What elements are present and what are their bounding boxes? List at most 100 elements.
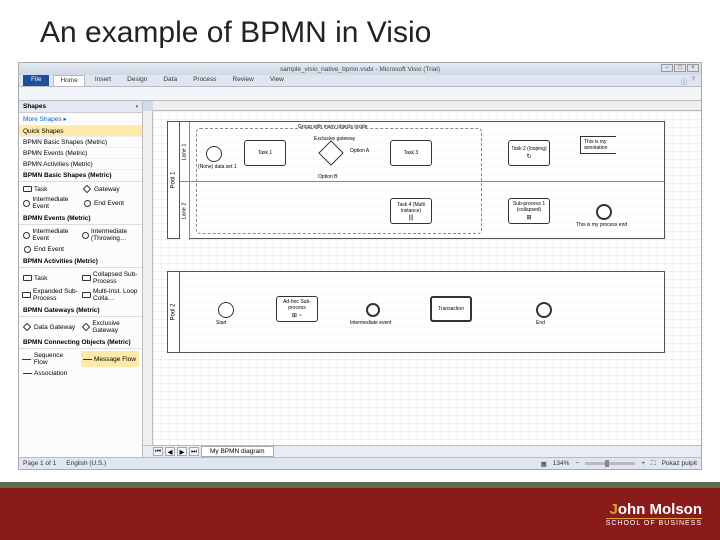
- footer: John Molson SCHOOL OF BUSINESS: [0, 482, 720, 540]
- sheet-last[interactable]: ⏭: [189, 447, 199, 456]
- start-event-1-label: (None) data set 1: [198, 164, 237, 170]
- tab-review[interactable]: Review: [227, 75, 260, 86]
- task-1[interactable]: Task 1: [244, 140, 286, 166]
- task-3[interactable]: Task 3: [390, 140, 432, 166]
- shape-seq-flow[interactable]: Sequence Flow: [21, 351, 79, 367]
- window-title: sample_visio_native_bpmn.vsdx - Microsof…: [280, 66, 440, 73]
- shape-expanded-sub[interactable]: Expanded Sub-Process: [21, 287, 79, 303]
- shape-inter2[interactable]: Intermediate Event: [21, 227, 79, 243]
- stencil-events[interactable]: BPMN Events (Metric): [19, 148, 142, 159]
- end-event-2[interactable]: [536, 302, 552, 318]
- view-icon[interactable]: ▦: [541, 460, 547, 468]
- fit-icon[interactable]: ⛶: [651, 460, 656, 468]
- intermediate-event[interactable]: [366, 303, 380, 317]
- start-event-1[interactable]: [206, 146, 222, 162]
- annotation[interactable]: This is my annotation: [580, 136, 616, 154]
- tab-view[interactable]: View: [264, 75, 290, 86]
- ribbon-tabs: File Home Insert Design Data Process Rev…: [19, 75, 701, 87]
- gateway-label: Exclusive gateway: [314, 136, 355, 142]
- tab-process[interactable]: Process: [187, 75, 222, 86]
- shape-inter-event[interactable]: Intermediate Event: [21, 195, 79, 211]
- status-page: Page 1 of 1: [23, 460, 56, 467]
- ruler-horizontal: [153, 101, 701, 111]
- section-basic: BPMN Basic Shapes (Metric): [19, 170, 142, 182]
- option-a-label: Option A: [350, 148, 369, 154]
- section-gateways: BPMN Gateways (Metric): [19, 305, 142, 317]
- inter-label: Intermediate event: [350, 320, 391, 326]
- maximize-button[interactable]: □: [674, 64, 686, 72]
- shape-collapsed-sub[interactable]: Collapsed Sub-Process: [81, 270, 139, 286]
- end-text: This is my process end: [576, 222, 627, 228]
- file-tab[interactable]: File: [23, 75, 49, 86]
- quick-shapes[interactable]: Quick Shapes: [19, 126, 142, 137]
- tab-home[interactable]: Home: [53, 75, 84, 86]
- sheet-tabs: ⏮ ◀ ▶ ⏭ My BPMN diagram: [143, 445, 701, 457]
- more-shapes[interactable]: More Shapes ▸: [19, 113, 142, 126]
- section-events: BPMN Events (Metric): [19, 213, 142, 225]
- multi-icon: |||: [409, 215, 414, 221]
- shape-inter-throw[interactable]: Intermediate (Throwing…: [81, 227, 139, 243]
- subprocess-1[interactable]: Sub-process 1 (collapsed)⊞: [508, 198, 550, 224]
- tray-label[interactable]: Pokaż pulpit: [662, 460, 697, 467]
- shape-gateway[interactable]: Gateway: [81, 184, 139, 194]
- canvas-area: Pool 1 Lane 1 Lane 2 Group with many obj…: [143, 101, 701, 457]
- adhoc-icon: ⊞ ~: [292, 312, 302, 319]
- pool-2[interactable]: Pool 2 Start Ad-hoc Sub-process⊞ ~ Inter…: [167, 271, 665, 353]
- tab-data[interactable]: Data: [157, 75, 183, 86]
- zoom-out[interactable]: −: [575, 460, 579, 467]
- shape-msg-flow[interactable]: Message Flow: [81, 351, 139, 367]
- shape-end2[interactable]: End Event: [21, 244, 79, 254]
- minimize-button[interactable]: –: [661, 64, 673, 72]
- status-lang: English (U.S.): [66, 460, 106, 467]
- stencil-activities[interactable]: BPMN Activities (Metric): [19, 159, 142, 170]
- shape-end-event[interactable]: End Event: [81, 195, 139, 211]
- zoom-value: 134%: [553, 460, 570, 467]
- shape-task[interactable]: Task: [21, 184, 79, 194]
- chevron-left-icon[interactable]: ‹: [136, 103, 138, 110]
- help-icon[interactable]: ⓘ: [681, 76, 688, 86]
- help2-icon[interactable]: ?: [691, 76, 695, 86]
- slide-title: An example of BPMN in Visio: [0, 0, 720, 60]
- ribbon-body: [19, 87, 701, 101]
- shape-task2[interactable]: Task: [21, 270, 79, 286]
- task-2-loop[interactable]: Task 2 (looping)↻: [508, 140, 550, 166]
- pool-1[interactable]: Pool 1 Lane 1 Lane 2 Group with many obj…: [167, 121, 665, 239]
- start-label: Start: [216, 320, 227, 326]
- loop-icon: ↻: [526, 153, 531, 160]
- end-event-1[interactable]: [596, 204, 612, 220]
- sheet-tab[interactable]: My BPMN diagram: [201, 446, 274, 457]
- shape-multi-loop[interactable]: Multi-Inst. Loop Colla…: [81, 287, 139, 303]
- bpmn-group[interactable]: [196, 128, 482, 234]
- end-label: End: [536, 320, 545, 326]
- pool-1-label: Pool 1: [168, 122, 180, 238]
- logo: John Molson SCHOOL OF BUSINESS: [606, 501, 702, 527]
- shapes-panel: Shapes ‹ More Shapes ▸ Quick Shapes BPMN…: [19, 101, 143, 457]
- shapes-header: Shapes ‹: [19, 101, 142, 113]
- shape-assoc[interactable]: Association: [21, 368, 79, 378]
- shape-data-gw[interactable]: Data Gateway: [21, 319, 79, 335]
- stencil-basic[interactable]: BPMN Basic Shapes (Metric): [19, 137, 142, 148]
- tab-insert[interactable]: Insert: [89, 75, 117, 86]
- transaction[interactable]: Transaction: [430, 296, 472, 322]
- adhoc-sub[interactable]: Ad-hoc Sub-process⊞ ~: [276, 296, 318, 322]
- canvas[interactable]: Pool 1 Lane 1 Lane 2 Group with many obj…: [153, 111, 701, 445]
- titlebar: sample_visio_native_bpmn.vsdx - Microsof…: [19, 63, 701, 75]
- option-b-label: Option B: [318, 174, 337, 180]
- zoom-slider[interactable]: [585, 462, 635, 465]
- pool-2-label: Pool 2: [168, 272, 180, 352]
- statusbar: Page 1 of 1 English (U.S.) ▦ 134% − + ⛶ …: [19, 457, 701, 469]
- task-4-multi[interactable]: Task 4 (Multi instance)|||: [390, 198, 432, 224]
- tab-design[interactable]: Design: [121, 75, 153, 86]
- plus-icon: ⊞: [526, 214, 531, 221]
- close-button[interactable]: ×: [687, 64, 699, 72]
- section-connecting: BPMN Connecting Objects (Metric): [19, 337, 142, 349]
- sheet-next[interactable]: ▶: [177, 447, 187, 456]
- zoom-in[interactable]: +: [641, 460, 645, 467]
- sheet-prev[interactable]: ◀: [165, 447, 175, 456]
- start-event-2[interactable]: [218, 302, 234, 318]
- visio-window: sample_visio_native_bpmn.vsdx - Microsof…: [18, 62, 702, 470]
- sheet-first[interactable]: ⏮: [153, 447, 163, 456]
- ruler-vertical: [143, 111, 153, 445]
- lane-1-label: Lane 1: [180, 122, 190, 181]
- shape-excl-gw[interactable]: Exclusive Gateway: [81, 319, 139, 335]
